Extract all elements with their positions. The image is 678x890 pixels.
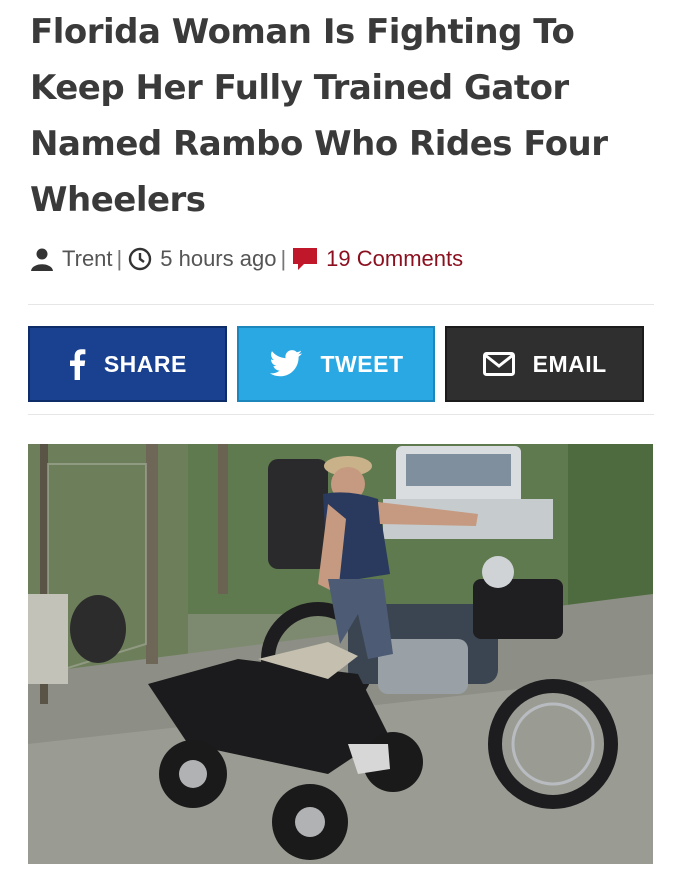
comment-icon [292, 247, 318, 271]
article-meta: Trent | 5 hours ago | 19 Comments [30, 244, 463, 274]
article-photo [28, 444, 653, 864]
email-share-button[interactable]: EMAIL [445, 326, 645, 402]
meta-divider: | [280, 246, 287, 271]
twitter-tweet-label: TWEET [320, 350, 404, 377]
twitter-icon [269, 350, 303, 378]
user-icon [30, 247, 54, 271]
divider-bottom [28, 414, 654, 415]
share-bar: SHARE TWEET EMAIL [28, 326, 645, 402]
facebook-share-button[interactable]: SHARE [28, 326, 227, 402]
author-name[interactable]: Trent [62, 246, 113, 272]
facebook-icon [68, 348, 86, 380]
article-headline: Florida Woman Is Fighting To Keep Her Fu… [30, 12, 608, 220]
meta-divider: | [116, 246, 123, 271]
publish-time: 5 hours ago [160, 246, 277, 271]
email-share-label: EMAIL [532, 350, 607, 377]
divider-top [28, 304, 654, 305]
facebook-share-label: SHARE [103, 350, 187, 377]
comments-link[interactable]: 19 Comments [326, 246, 463, 272]
email-icon [482, 352, 515, 376]
twitter-tweet-button[interactable]: TWEET [236, 326, 436, 402]
clock-icon [128, 247, 152, 271]
